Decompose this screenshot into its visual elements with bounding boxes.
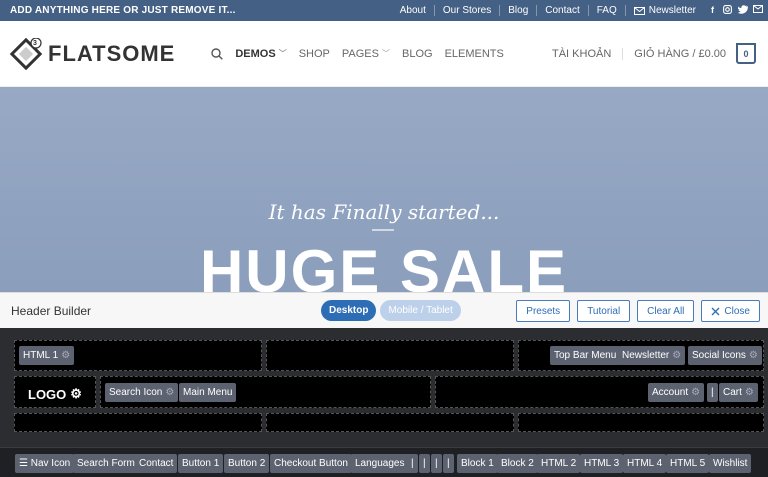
element-block-1[interactable]: Block 1 bbox=[457, 454, 498, 473]
flatsome-logo-icon bbox=[10, 37, 42, 70]
cart-link[interactable]: GIỎ HÀNG / £0.00 0 bbox=[623, 43, 756, 64]
element-social-icons[interactable]: Social Icons ⚙ bbox=[688, 346, 762, 365]
close-icon bbox=[711, 307, 720, 315]
element-logo[interactable]: LOGO ⚙ bbox=[28, 386, 82, 402]
hero-divider bbox=[372, 229, 394, 231]
element-newsletter[interactable]: Newsletter ⚙ bbox=[618, 346, 686, 365]
facebook-icon[interactable]: f bbox=[708, 5, 717, 16]
element-top-bar-menu[interactable]: Top Bar Menu bbox=[550, 346, 621, 365]
element-nav-icon[interactable]: ☰ Nav Icon bbox=[15, 454, 75, 473]
element-search-form[interactable]: Search Form bbox=[73, 454, 139, 473]
element-html-2[interactable]: HTML 2 bbox=[537, 454, 581, 473]
device-toggle: Desktop Mobile / Tablet bbox=[321, 300, 461, 321]
element-divider-4[interactable]: | bbox=[443, 454, 454, 473]
element-html-1[interactable]: HTML 1 ⚙ bbox=[19, 346, 75, 365]
close-label: Close bbox=[724, 305, 750, 317]
social-icons: f bbox=[704, 5, 763, 16]
top-bar-promo: ADD ANYTHING HERE OR JUST REMOVE IT... bbox=[10, 5, 236, 16]
account-link[interactable]: TÀI KHOẢN bbox=[552, 47, 624, 60]
envelope-icon bbox=[633, 6, 645, 15]
header-builder-canvas: HTML 1 ⚙ Top Bar Menu Newsletter ⚙ Social … bbox=[0, 328, 768, 477]
gear-icon: ⚙ bbox=[744, 387, 754, 398]
element-checkout-button[interactable]: Checkout Button bbox=[270, 454, 352, 473]
element-search-icon[interactable]: Search Icon ⚙ bbox=[105, 383, 179, 402]
nav-item-shop[interactable]: SHOP bbox=[299, 48, 330, 60]
element-main-menu[interactable]: Main Menu bbox=[179, 383, 237, 402]
element-block-2[interactable]: Block 2 bbox=[497, 454, 538, 473]
top-link-about[interactable]: About bbox=[392, 5, 435, 16]
tab-desktop[interactable]: Desktop bbox=[321, 300, 377, 321]
header-builder-title: Header Builder bbox=[11, 303, 92, 318]
element-divider-1[interactable]: | bbox=[407, 454, 418, 473]
element-divider-3[interactable]: | bbox=[431, 454, 442, 473]
hero-headline: HUGE SALE bbox=[199, 238, 569, 292]
chevron-down-icon: ﹀ bbox=[278, 49, 287, 58]
element-html-4[interactable]: HTML 4 bbox=[623, 454, 667, 473]
gear-icon: ⚙ bbox=[165, 387, 175, 398]
element-wishlist[interactable]: Wishlist bbox=[709, 454, 752, 473]
element-languages[interactable]: Languages bbox=[351, 454, 409, 473]
gear-icon: ⚙ bbox=[748, 350, 758, 361]
main-header: 3 FLATSOME DEMOS ﹀ SHOP PAGES ﹀ BLOG ELEME… bbox=[0, 21, 768, 87]
element-divider-2[interactable]: | bbox=[419, 454, 430, 473]
instagram-icon[interactable] bbox=[723, 5, 732, 16]
gear-icon: ⚙ bbox=[672, 350, 682, 361]
element-html-3[interactable]: HTML 3 bbox=[580, 454, 624, 473]
close-button[interactable]: Close bbox=[701, 300, 760, 322]
header-builder-toolbar: Header Builder Desktop Mobile / Tablet P… bbox=[0, 292, 768, 328]
gear-icon: ⚙ bbox=[61, 350, 71, 361]
hero-script-text: It has Finally started... bbox=[268, 200, 500, 224]
site-logo[interactable]: 3 FLATSOME bbox=[0, 37, 176, 70]
hero-banner: It has Finally started... HUGE SALE bbox=[0, 87, 768, 292]
header-right: TÀI KHOẢN GIỎ HÀNG / £0.00 0 bbox=[552, 43, 768, 64]
tab-mobile-tablet[interactable]: Mobile / Tablet bbox=[380, 300, 461, 321]
cart-count-icon: 0 bbox=[736, 43, 756, 64]
email-icon[interactable] bbox=[753, 5, 763, 16]
element-account[interactable]: Account ⚙ bbox=[648, 383, 705, 402]
page: ADD ANYTHING HERE OR JUST REMOVE IT... A… bbox=[0, 0, 768, 477]
logo-badge: 3 bbox=[33, 40, 37, 47]
drop-zone-bottom-right[interactable] bbox=[518, 413, 764, 432]
main-nav: DEMOS ﹀ SHOP PAGES ﹀ BLOG ELEMENTS bbox=[211, 48, 504, 60]
available-elements-bar: ☰ Nav Icon Search Form Contact Button 1 … bbox=[0, 447, 768, 477]
tutorial-button[interactable]: Tutorial bbox=[577, 300, 631, 322]
top-bar-links: About Our Stores Blog Contact FAQ Newsle… bbox=[392, 5, 768, 16]
builder-actions: Presets Tutorial Clear All Close bbox=[516, 300, 760, 322]
element-divider[interactable]: | bbox=[707, 383, 718, 402]
top-bar: ADD ANYTHING HERE OR JUST REMOVE IT... A… bbox=[0, 0, 768, 21]
top-link-newsletter[interactable]: Newsletter bbox=[626, 5, 704, 16]
clear-all-button[interactable]: Clear All bbox=[637, 300, 695, 322]
top-link-contact[interactable]: Contact bbox=[537, 5, 589, 16]
element-button-2[interactable]: Button 2 bbox=[224, 454, 270, 473]
nav-item-demos[interactable]: DEMOS ﹀ bbox=[235, 48, 286, 60]
drop-zone-bottom-center[interactable] bbox=[266, 413, 514, 432]
element-html-5[interactable]: HTML 5 bbox=[666, 454, 710, 473]
drop-zone-top-center[interactable] bbox=[266, 340, 514, 371]
element-contact[interactable]: Contact bbox=[135, 454, 178, 473]
element-button-1[interactable]: Button 1 bbox=[178, 454, 224, 473]
drop-zone-bottom-left[interactable] bbox=[14, 413, 262, 432]
search-icon[interactable] bbox=[211, 47, 224, 60]
cart-label: GIỎ HÀNG / £0.00 bbox=[634, 47, 726, 60]
nav-item-pages[interactable]: PAGES ﹀ bbox=[342, 48, 390, 60]
nav-item-blog[interactable]: BLOG bbox=[402, 48, 433, 60]
newsletter-label: Newsletter bbox=[648, 5, 696, 16]
logo-text: FLATSOME bbox=[48, 40, 176, 66]
top-link-blog[interactable]: Blog bbox=[500, 5, 538, 16]
presets-button[interactable]: Presets bbox=[516, 300, 571, 322]
chevron-down-icon: ﹀ bbox=[381, 49, 390, 58]
element-cart[interactable]: Cart ⚙ bbox=[719, 383, 758, 402]
twitter-icon[interactable] bbox=[737, 5, 749, 16]
top-link-faq[interactable]: FAQ bbox=[589, 5, 626, 16]
nav-item-elements[interactable]: ELEMENTS bbox=[445, 48, 504, 60]
top-link-our-stores[interactable]: Our Stores bbox=[435, 5, 501, 16]
gear-icon: ⚙ bbox=[70, 386, 82, 401]
gear-icon: ⚙ bbox=[691, 387, 701, 398]
